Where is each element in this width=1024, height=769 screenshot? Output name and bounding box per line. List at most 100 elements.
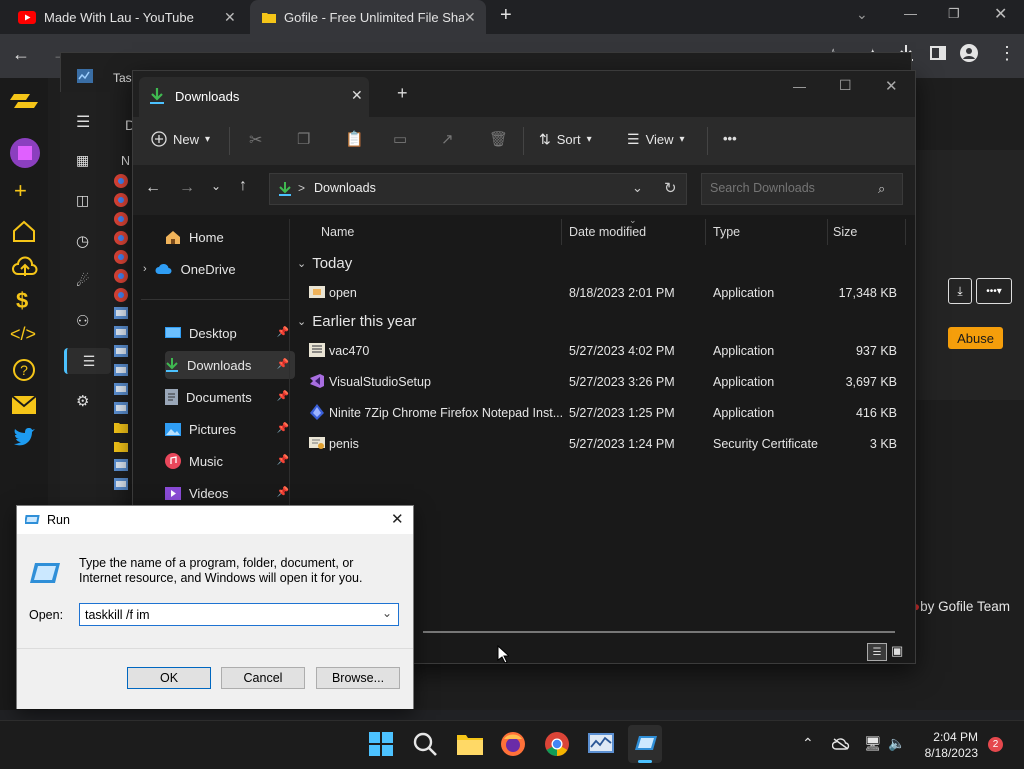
new-tab-button[interactable]: + — [397, 83, 408, 104]
copy-icon[interactable]: ❐ — [297, 130, 310, 148]
task-manager-icon[interactable] — [588, 731, 616, 759]
file-row[interactable]: Ninite 7Zip Chrome Firefox Notepad Inst.… — [295, 399, 905, 427]
users-icon[interactable]: ⚇ — [76, 312, 89, 330]
code-icon[interactable]: </> — [10, 324, 36, 345]
forward-arrow-icon[interactable]: → — [179, 179, 195, 197]
details-icon[interactable]: ☰ — [64, 348, 111, 374]
upload-cloud-icon[interactable] — [12, 256, 38, 278]
processes-icon[interactable]: ▦ — [76, 152, 89, 169]
performance-icon[interactable]: ◫ — [76, 192, 89, 209]
column-size[interactable]: Size — [833, 225, 857, 239]
run-taskbar-icon[interactable] — [628, 725, 662, 763]
file-row[interactable]: VisualStudioSetup 5/27/2023 3:26 PM Appl… — [295, 368, 905, 396]
browse-button[interactable]: Browse... — [316, 667, 400, 689]
abuse-button[interactable]: Abuse — [948, 327, 1003, 349]
share-icon[interactable]: ↗ — [441, 130, 454, 148]
plus-icon[interactable]: + — [14, 178, 27, 204]
new-tab-button[interactable]: + — [500, 4, 512, 27]
column-type[interactable]: Type — [713, 225, 740, 239]
kebab-menu-icon[interactable]: ⋮ — [998, 43, 1016, 64]
chrome-tab-gofile[interactable]: Gofile - Free Unlimited File Sharin ✕ — [250, 0, 486, 34]
side-panel-icon[interactable] — [930, 46, 946, 60]
sidebar-item-downloads[interactable]: Downloads 📌 — [165, 351, 295, 379]
minimize-icon[interactable]: — — [793, 79, 806, 94]
start-icon[interactable] — [368, 731, 396, 759]
services-icon[interactable]: ⚙ — [76, 392, 89, 410]
close-icon[interactable]: ✕ — [464, 9, 476, 26]
profile-icon[interactable] — [960, 44, 978, 62]
rename-icon[interactable]: ▭ — [393, 130, 407, 148]
refresh-icon[interactable]: ↻ — [664, 179, 677, 197]
breadcrumb[interactable]: Downloads — [314, 181, 376, 195]
chrome-tab-youtube[interactable]: Made With Lau - YouTube ✕ — [8, 0, 244, 34]
hamburger-icon[interactable]: ☰ — [76, 112, 90, 132]
search-icon[interactable] — [412, 731, 440, 759]
chevron-right-icon[interactable]: › — [143, 263, 147, 275]
file-row[interactable]: vac470 5/27/2023 4:02 PM Application 937… — [295, 337, 905, 365]
new-button[interactable]: New ▾ — [151, 131, 210, 147]
onedrive-tray-icon[interactable] — [832, 737, 850, 750]
back-arrow-icon[interactable]: ← — [12, 44, 30, 65]
minimize-icon[interactable]: — — [904, 6, 917, 21]
back-arrow-icon[interactable]: ← — [145, 179, 161, 197]
recent-locations-icon[interactable]: ⌄ — [211, 179, 221, 193]
cancel-button[interactable]: Cancel — [221, 667, 305, 689]
group-header-today[interactable]: ⌄ Today — [297, 255, 352, 272]
close-icon[interactable]: ✕ — [391, 510, 404, 528]
network-icon[interactable]: 🖥 — [864, 735, 882, 752]
volume-icon[interactable]: 🔈 — [888, 735, 905, 752]
file-row[interactable]: open 8/18/2023 2:01 PM Application 17,34… — [295, 279, 905, 307]
chevron-down-icon[interactable]: ⌄ — [382, 606, 392, 620]
sidebar-item-onedrive[interactable]: › OneDrive — [141, 255, 271, 283]
file-explorer-icon[interactable] — [456, 731, 484, 759]
mail-icon[interactable] — [12, 396, 36, 414]
see-more-button[interactable]: ••• — [723, 131, 737, 146]
paste-icon[interactable]: 📋 — [345, 130, 364, 148]
restore-icon[interactable]: ❐ — [948, 6, 960, 22]
search-input[interactable] — [708, 180, 872, 196]
sidebar-item-music[interactable]: Music 📌 — [165, 447, 295, 475]
view-button[interactable]: ☰ View ▾ — [627, 131, 685, 148]
sort-button[interactable]: ⇅ Sort ▾ — [539, 131, 592, 148]
open-combobox[interactable]: taskkill /f im ⌄ — [79, 603, 399, 626]
help-icon[interactable]: ? — [12, 358, 36, 382]
up-arrow-icon[interactable]: ↑ — [239, 177, 247, 195]
notification-badge[interactable]: 2 — [988, 737, 1003, 752]
ok-button[interactable]: OK — [127, 667, 211, 689]
sidebar-item-home[interactable]: Home — [165, 223, 295, 251]
dollar-icon[interactable]: $ — [16, 288, 28, 314]
search-box[interactable]: ⌕ — [701, 173, 903, 205]
clock-time[interactable]: 2:04 PM — [922, 730, 978, 744]
file-row[interactable]: penis 5/27/2023 1:24 PM Security Certifi… — [295, 430, 905, 458]
sidebar-item-videos[interactable]: Videos 📌 — [165, 479, 295, 507]
group-header-earlier-this-year[interactable]: ⌄ Earlier this year — [297, 313, 416, 330]
close-icon[interactable]: ✕ — [351, 87, 363, 104]
run-command-input[interactable]: taskkill /f im — [85, 608, 150, 622]
sidebar-item-desktop[interactable]: Desktop 📌 — [165, 319, 295, 347]
cut-icon[interactable]: ✂ — [249, 130, 262, 150]
chevron-up-icon[interactable]: ⌃ — [802, 735, 814, 752]
chevron-down-icon[interactable]: ⌄ — [856, 6, 868, 23]
close-icon[interactable]: ✕ — [994, 4, 1007, 24]
home-icon[interactable] — [12, 220, 36, 242]
column-name[interactable]: Name — [321, 225, 354, 239]
download-file-button[interactable]: ⤓ — [948, 278, 972, 304]
more-actions-button[interactable]: ••• ▾ — [976, 278, 1012, 304]
chevron-down-icon[interactable]: ⌄ — [632, 180, 643, 196]
history-icon[interactable]: ◷ — [76, 232, 89, 250]
close-icon[interactable]: ✕ — [885, 77, 898, 95]
tiles-view-icon[interactable]: ▣ — [891, 643, 903, 659]
chrome-icon[interactable] — [544, 731, 572, 759]
sidebar-item-documents[interactable]: Documents 📌 — [165, 383, 295, 411]
clock-date[interactable]: 8/18/2023 — [914, 746, 978, 760]
maximize-icon[interactable]: ☐ — [839, 77, 852, 94]
startup-icon[interactable]: ☄ — [76, 272, 89, 290]
sidebar-item-pictures[interactable]: Pictures 📌 — [165, 415, 295, 443]
explorer-tab-downloads[interactable]: Downloads ✕ — [139, 77, 369, 117]
avatar[interactable] — [10, 138, 40, 168]
horizontal-scrollbar[interactable] — [423, 631, 895, 633]
close-icon[interactable]: ✕ — [224, 9, 236, 26]
delete-icon[interactable]: 🗑 — [489, 130, 508, 148]
column-date-modified[interactable]: Date modified — [569, 225, 646, 239]
twitter-icon[interactable] — [12, 428, 36, 448]
